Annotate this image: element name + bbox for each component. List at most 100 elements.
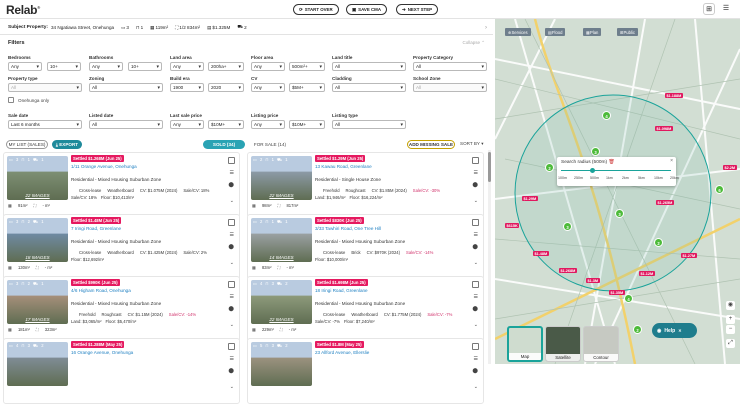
list-scrollbar[interactable]: [488, 150, 491, 364]
trash-icon[interactable]: 🗑: [608, 160, 614, 165]
cv-min-select[interactable]: Any: [251, 83, 285, 92]
select-checkbox[interactable]: [228, 157, 235, 164]
map-cluster[interactable]: 2: [545, 163, 554, 172]
listing-address[interactable]: 1/11 Orange Avenue, Onehunga: [71, 164, 137, 169]
land-area-max-select[interactable]: 200ha+: [208, 62, 244, 71]
map-price-marker[interactable]: $1.12M: [639, 271, 655, 276]
list-icon[interactable]: ☰: [230, 356, 234, 362]
chevron-down-icon[interactable]: ⌄: [230, 198, 234, 204]
land-area-min-select[interactable]: Any: [170, 62, 204, 71]
images-link[interactable]: 22 IMAGES: [251, 317, 312, 322]
account-icon[interactable]: ☰: [720, 3, 732, 15]
images-link[interactable]: 22 IMAGES: [251, 193, 312, 198]
chevron-down-icon[interactable]: ⌄: [230, 322, 234, 328]
floor-area-min-select[interactable]: Any: [251, 62, 285, 71]
map-public-button[interactable]: ⊞ Public: [617, 28, 638, 36]
next-step-button[interactable]: ➔ NEXT STEP: [396, 4, 439, 15]
map-price-marker[interactable]: $2.2M: [723, 165, 737, 170]
map-price-marker[interactable]: $1.268M: [559, 268, 577, 273]
grid-menu-icon[interactable]: ⊞: [703, 3, 715, 15]
map-plan-button[interactable]: ▦ Plan: [583, 28, 602, 36]
property-photo[interactable]: ▭ 5 ⊓ 3 ⛟ 2: [251, 342, 312, 386]
floor-area-max-select[interactable]: 500m²+: [289, 62, 325, 71]
export-button[interactable]: ⤓ EXPORT: [52, 139, 82, 149]
listing-card[interactable]: ▭ 3 ⊓ 1 ⛟ 1 22 IMAGES Settled $1.268M (Jun 25) 1…: [3, 152, 240, 218]
help-button[interactable]: ◉ Help ✕: [652, 323, 697, 338]
property-photo[interactable]: ▭ 3 ⊓ 2 ⛟ 1 17 IMAGES: [7, 280, 68, 324]
listing-price-min-select[interactable]: Any: [251, 120, 285, 129]
tab-sold[interactable]: SOLD (34): [203, 139, 245, 149]
map-price-marker[interactable]: $1.265M: [656, 200, 674, 205]
map-price-marker[interactable]: $1.48M: [533, 251, 549, 256]
map-cluster[interactable]: 6: [715, 185, 724, 194]
map-cluster[interactable]: 4: [602, 111, 611, 120]
map-type-map[interactable]: Map: [507, 326, 543, 362]
location-pin-icon[interactable]: ⬤: [228, 244, 234, 250]
zoom-in-button[interactable]: +: [726, 315, 735, 324]
zoom-out-button[interactable]: −: [726, 325, 735, 334]
listing-card[interactable]: ▭ 5 ⊓ 3 ⛟ 2 Settled $1.8M (May 25) 23 Allford A…: [247, 338, 484, 404]
bathrooms-min-select[interactable]: Any: [89, 62, 123, 71]
close-icon[interactable]: ×: [670, 158, 673, 164]
zoning-select[interactable]: All: [89, 83, 163, 92]
list-icon[interactable]: ☰: [230, 294, 234, 300]
listing-card[interactable]: ▭ 4 ⊓ 3 ⛟ 2 22 IMAGES Settled $1.698M (Jun 25) 1…: [247, 276, 484, 342]
location-pin-icon[interactable]: ⬤: [228, 368, 234, 374]
chevron-down-icon[interactable]: ⌄: [230, 260, 234, 266]
map-flood-button[interactable]: ▤ Flood: [545, 28, 566, 36]
images-link[interactable]: 18 IMAGES: [7, 255, 68, 260]
listing-card[interactable]: ▭ 2 ⊓ 1 ⛟ 1 14 IMAGES Settled $830K (Jun 25) 3/3…: [247, 214, 484, 280]
list-icon[interactable]: ☰: [230, 170, 234, 176]
location-pin-icon[interactable]: ⬤: [472, 368, 478, 374]
location-pin-icon[interactable]: ⬤: [472, 306, 478, 312]
last-sale-price-max-select[interactable]: $10M+: [208, 120, 244, 129]
tab-for-sale[interactable]: FOR SALE (14): [248, 140, 292, 149]
last-sale-price-min-select[interactable]: Any: [170, 120, 204, 129]
map-services-button[interactable]: ⊕ Services: [505, 28, 531, 36]
list-icon[interactable]: ☰: [230, 232, 234, 238]
map-price-marker[interactable]: $1.27M: [681, 253, 697, 258]
build-era-min-select[interactable]: 1900: [170, 83, 204, 92]
listing-address[interactable]: 7 Iringi Road, Greenlane: [71, 226, 121, 231]
radius-slider-handle[interactable]: [590, 168, 596, 173]
map-cluster[interactable]: 2: [633, 325, 642, 334]
listed-date-select[interactable]: All: [89, 120, 163, 129]
chevron-down-icon[interactable]: ⌄: [474, 322, 478, 328]
map-price-marker[interactable]: $1.35M: [609, 290, 625, 295]
location-pin-icon[interactable]: ⬤: [472, 182, 478, 188]
map-layers-button[interactable]: ⤢: [726, 339, 735, 348]
property-category-select[interactable]: All: [413, 62, 487, 71]
property-type-select[interactable]: All: [8, 83, 82, 92]
map-location-button[interactable]: ◉: [726, 301, 735, 310]
select-checkbox[interactable]: [228, 219, 235, 226]
collapse-button[interactable]: Collapse ⌃: [462, 40, 485, 46]
sort-by-button[interactable]: SORT BY ▾: [460, 141, 484, 147]
save-cma-button[interactable]: ▣ SAVE CMA: [346, 4, 388, 15]
bedrooms-min-select[interactable]: Any: [8, 62, 42, 71]
map-cluster[interactable]: 2: [654, 238, 663, 247]
select-checkbox[interactable]: [228, 281, 235, 288]
cv-max-select[interactable]: $5M+: [289, 83, 325, 92]
property-photo[interactable]: ▭ 3 ⊓ 2 ⛟ 1 18 IMAGES: [7, 218, 68, 262]
listing-card[interactable]: ▭ 4 ⊓ 3 ⛟ 2 Settled $1.288M (May 25) 16 Orange …: [3, 338, 240, 404]
property-photo[interactable]: ▭ 3 ⊓ 1 ⛟ 1 22 IMAGES: [7, 156, 68, 200]
select-checkbox[interactable]: [472, 343, 479, 350]
school-zone-select[interactable]: All: [413, 83, 487, 92]
select-checkbox[interactable]: [472, 281, 479, 288]
add-missing-sale-button[interactable]: ADD MISSING SALE: [407, 139, 455, 149]
map-price-marker[interactable]: $1.098M: [655, 126, 673, 131]
map-price-marker[interactable]: $1.3M: [586, 278, 600, 283]
listing-address[interactable]: 16 Orange Avenue, Onehunga: [71, 350, 133, 355]
map-price-marker[interactable]: $615K: [505, 223, 520, 228]
radius-slider-track[interactable]: [561, 170, 671, 171]
images-link[interactable]: 14 IMAGES: [251, 255, 312, 260]
land-title-select[interactable]: All: [332, 62, 406, 71]
listing-address[interactable]: 4/6 Higham Road, Onehunga: [71, 288, 131, 293]
listing-price-max-select[interactable]: $10M+: [289, 120, 325, 129]
select-checkbox[interactable]: [472, 219, 479, 226]
map-price-marker[interactable]: $1.188M: [665, 93, 683, 98]
list-icon[interactable]: ☰: [474, 294, 478, 300]
bathrooms-max-select[interactable]: 10+: [128, 62, 162, 71]
listing-address[interactable]: 23 Allford Avenue, Ellerslie: [315, 350, 369, 355]
images-link[interactable]: 17 IMAGES: [7, 317, 68, 322]
